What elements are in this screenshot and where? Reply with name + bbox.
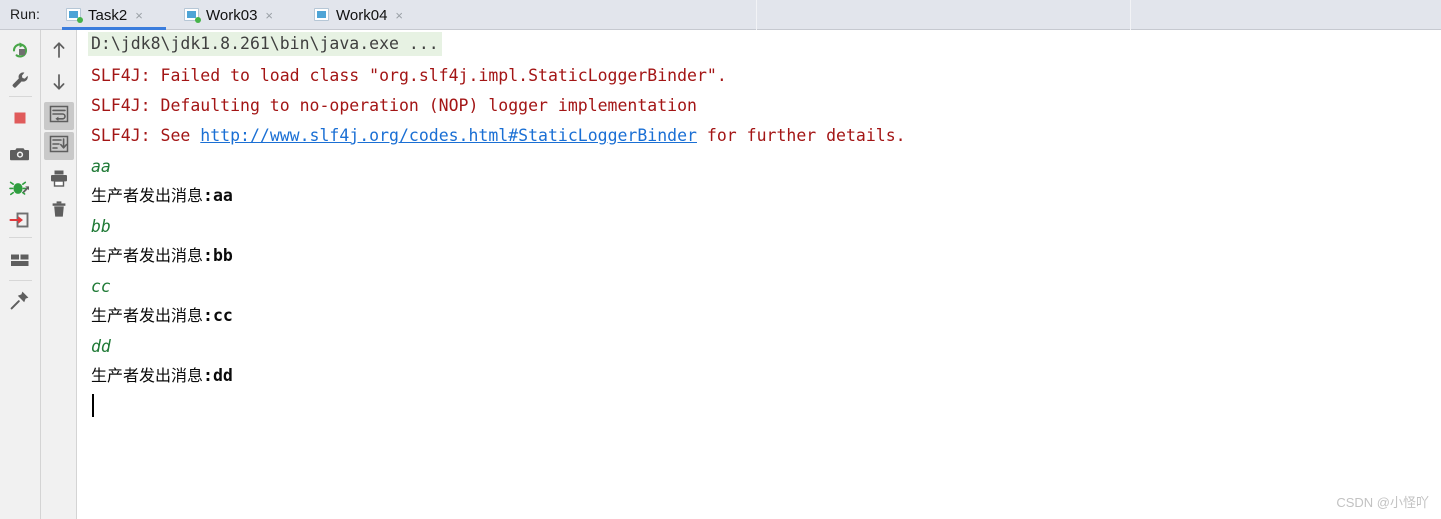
command-text: D:\jdk8\jdk1.8.261\bin\java.exe ...: [88, 32, 442, 56]
tab-label: Work03: [206, 6, 258, 24]
soft-wrap-button[interactable]: [44, 102, 74, 130]
header-divider: [1130, 0, 1131, 30]
stop-button[interactable]: [0, 106, 40, 134]
toolbar-separator: [9, 280, 32, 281]
close-icon[interactable]: ×: [265, 9, 273, 22]
tab-task2[interactable]: Task2 ×: [62, 0, 166, 30]
message-value: :dd: [203, 366, 233, 385]
close-icon[interactable]: ×: [395, 9, 403, 22]
rerun-button[interactable]: [0, 38, 40, 66]
message-label: 生产者发出消息: [91, 366, 204, 385]
slf4j-docs-link[interactable]: http://www.slf4j.org/codes.html#StaticLo…: [200, 126, 697, 145]
message-label: 生产者发出消息: [91, 186, 204, 205]
clear-all-button[interactable]: [41, 198, 76, 226]
console-message-line: 生产者发出消息:cc: [91, 306, 233, 326]
console-error-line: SLF4J: Defaulting to no-operation (NOP) …: [91, 96, 697, 115]
tab-label: Work04: [336, 6, 388, 24]
rerun-icon: [10, 40, 30, 65]
console-stdout-line: cc: [91, 277, 111, 296]
layout-settings-button[interactable]: [0, 248, 40, 276]
console-stdout-line: dd: [91, 337, 111, 356]
arrow-up-icon: [50, 40, 68, 65]
print-icon: [49, 168, 69, 193]
text-caret: [92, 394, 94, 417]
pin-tab-button[interactable]: [0, 288, 40, 316]
attach-debugger-button[interactable]: [0, 176, 40, 204]
console-message-line: 生产者发出消息:aa: [91, 186, 233, 206]
print-button[interactable]: [41, 166, 76, 194]
scroll-to-end-button[interactable]: [44, 132, 74, 160]
error-prefix: SLF4J: See: [91, 126, 201, 145]
wrench-icon: [10, 70, 30, 95]
run-console-window: Run: Task2 × Work03 × Work04 × D:\jdk8\j…: [0, 0, 1441, 519]
console-message-line: 生产者发出消息:bb: [91, 246, 233, 266]
run-label: Run:: [10, 6, 40, 22]
header-divider: [756, 0, 757, 30]
error-suffix: for further details.: [696, 126, 906, 145]
tab-work04[interactable]: Work04 ×: [310, 0, 428, 30]
trash-icon: [49, 200, 69, 225]
message-value: :cc: [203, 306, 233, 325]
toolbar-separator: [9, 96, 32, 97]
soft-wrap-icon: [49, 105, 69, 128]
console-output[interactable]: D:\jdk8\jdk1.8.261\bin\java.exe ... SLF4J…: [78, 30, 1441, 519]
camera-icon: [9, 144, 31, 169]
edit-configuration-button[interactable]: [0, 68, 40, 96]
layout-icon: [9, 251, 31, 274]
run-actions-toolbar: [0, 30, 41, 519]
dump-threads-button[interactable]: [0, 142, 40, 170]
run-config-icon: [66, 8, 83, 23]
console-stdout-line: bb: [91, 217, 111, 236]
csdn-watermark: CSDN @小怪吖: [1336, 495, 1429, 510]
arrow-down-icon: [50, 72, 68, 97]
run-tool-window-header: Run: Task2 × Work03 × Work04 ×: [0, 0, 1441, 30]
stop-icon: [10, 108, 30, 133]
toolbar-separator: [9, 237, 32, 238]
message-label: 生产者发出消息: [91, 246, 204, 265]
console-error-line-with-link: SLF4J: See http://www.slf4j.org/codes.ht…: [91, 126, 906, 146]
tab-label: Task2: [88, 6, 128, 24]
down-stack-trace-button[interactable]: [41, 70, 76, 98]
close-icon[interactable]: ×: [135, 9, 143, 22]
bug-icon: [9, 178, 31, 203]
scroll-to-end-icon: [49, 135, 69, 158]
console-stdout-line: aa: [91, 157, 111, 176]
message-label: 生产者发出消息: [91, 306, 204, 325]
console-error-line: SLF4J: Failed to load class "org.slf4j.i…: [91, 66, 727, 85]
pin-icon: [9, 289, 31, 316]
tab-work03[interactable]: Work03 ×: [180, 0, 298, 30]
message-value: :bb: [203, 246, 233, 265]
console-command-line: D:\jdk8\jdk1.8.261\bin\java.exe ...: [88, 32, 442, 56]
up-stack-trace-button[interactable]: [41, 38, 76, 66]
run-config-icon: [184, 8, 201, 23]
console-actions-toolbar: [41, 30, 77, 519]
run-config-icon: [314, 8, 330, 22]
message-value: :aa: [203, 186, 233, 205]
login-arrow-icon: [9, 210, 31, 235]
console-message-line: 生产者发出消息:dd: [91, 366, 233, 386]
restore-layout-button[interactable]: [0, 208, 40, 236]
